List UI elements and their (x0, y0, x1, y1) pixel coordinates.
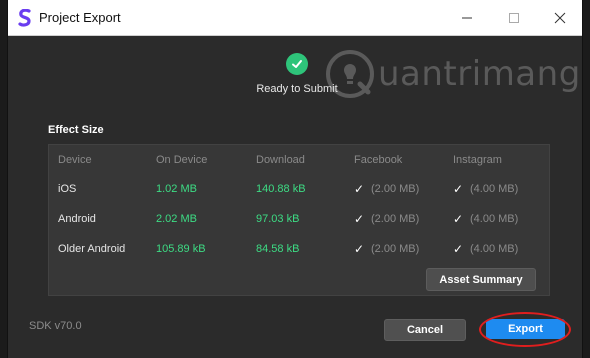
maximize-button[interactable] (492, 0, 536, 35)
table-row-on-device: 105.89 kB (156, 243, 206, 255)
column-header-on-device: On Device (156, 154, 208, 166)
check-circle-icon (286, 53, 308, 75)
effect-size-heading: Effect Size (48, 124, 104, 136)
table-row-download: 84.58 kB (256, 243, 300, 255)
table-row-device: iOS (58, 183, 77, 195)
facebook-check-icon: ✓ (354, 212, 365, 226)
title-bar[interactable]: Project Export (8, 0, 582, 36)
table-row-on-device: 2.02 MB (156, 213, 197, 225)
watermark: uantrimang (322, 44, 580, 104)
facebook-check-icon: ✓ (354, 182, 365, 196)
facebook-limit: (2.00 MB) (371, 183, 420, 195)
maximize-icon (509, 12, 519, 23)
status-text: Ready to Submit (256, 83, 338, 95)
minimize-button[interactable] (445, 0, 489, 35)
asset-summary-button[interactable]: Asset Summary (426, 268, 536, 291)
table-row-device: Android (58, 213, 96, 225)
column-header-download: Download (256, 154, 305, 166)
column-header-facebook: Facebook (354, 154, 403, 166)
instagram-limit: (4.00 MB) (470, 213, 519, 225)
table-row-download: 97.03 kB (256, 213, 300, 225)
project-export-window: Project Export uantrimang Ready to Submi… (8, 0, 582, 358)
table-row-download: 140.88 kB (256, 183, 306, 195)
facebook-limit: (2.00 MB) (371, 213, 420, 225)
minimize-icon (462, 17, 472, 18)
spark-ar-logo-icon (18, 9, 31, 27)
cancel-button[interactable]: Cancel (384, 319, 466, 341)
instagram-check-icon: ✓ (453, 212, 464, 226)
table-row-on-device: 1.02 MB (156, 183, 197, 195)
facebook-check-icon: ✓ (354, 242, 365, 256)
export-button[interactable]: Export (486, 319, 565, 339)
instagram-limit: (4.00 MB) (470, 183, 519, 195)
effect-size-table: Device On Device Download Facebook Insta… (48, 144, 550, 296)
column-header-instagram: Instagram (453, 154, 502, 166)
sdk-version: SDK v70.0 (29, 320, 82, 332)
instagram-check-icon: ✓ (453, 242, 464, 256)
facebook-limit: (2.00 MB) (371, 243, 420, 255)
instagram-check-icon: ✓ (453, 182, 464, 196)
close-button[interactable] (538, 0, 582, 35)
window-title: Project Export (39, 10, 121, 25)
column-header-device: Device (58, 154, 92, 166)
export-content: uantrimang Ready to Submit Effect Size D… (8, 36, 582, 358)
watermark-text: uantrimang (378, 54, 581, 94)
instagram-limit: (4.00 MB) (470, 243, 519, 255)
close-icon (554, 12, 566, 23)
table-row-device: Older Android (58, 243, 126, 255)
